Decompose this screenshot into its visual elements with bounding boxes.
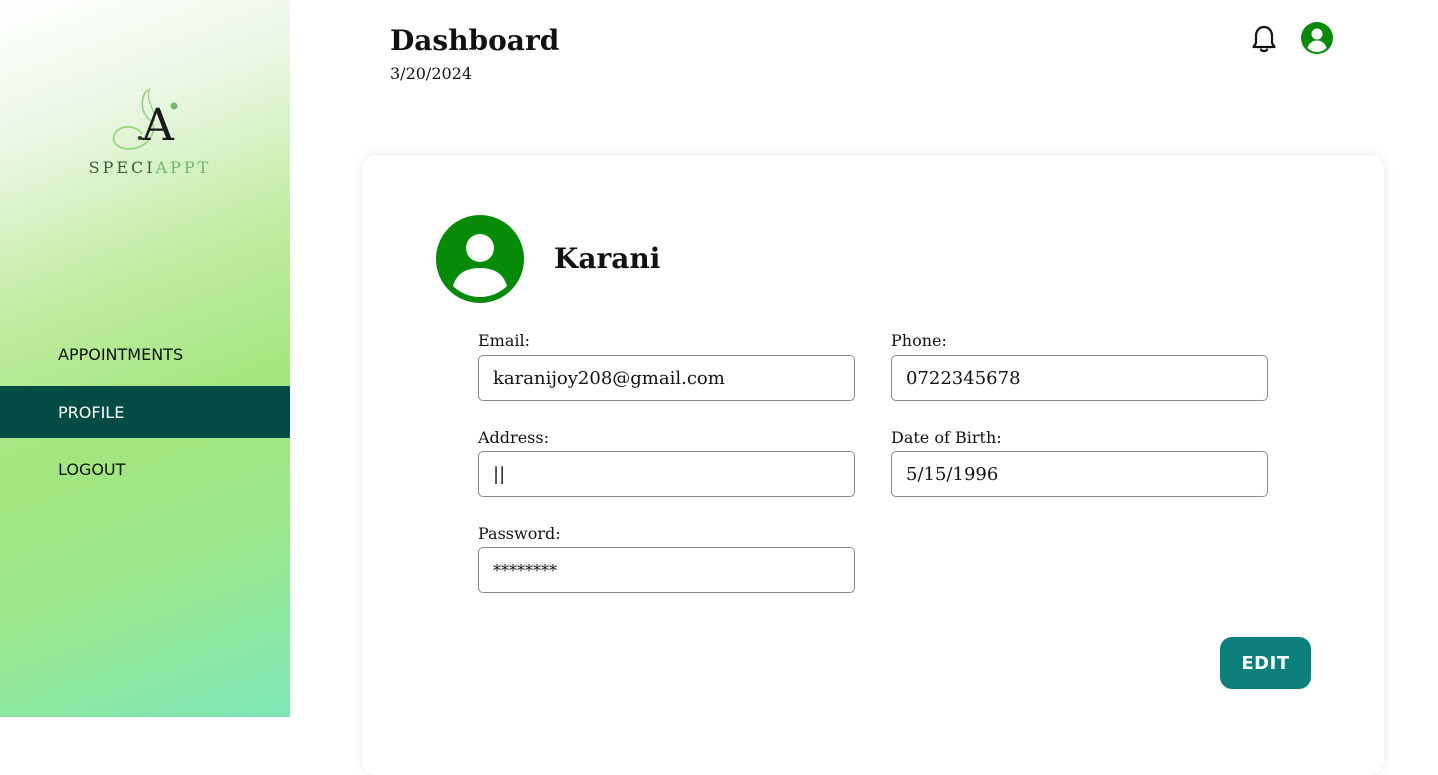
logo-text-dark: SPECI <box>88 158 156 177</box>
phone-field[interactable] <box>891 355 1268 401</box>
avatar <box>435 214 525 304</box>
bell-icon[interactable] <box>1250 24 1278 54</box>
user-avatar-icon <box>436 215 524 303</box>
address-field[interactable] <box>478 451 855 497</box>
sidebar-item-label: APPOINTMENTS <box>58 344 184 364</box>
page-title: Dashboard <box>390 24 560 57</box>
user-circle-icon[interactable] <box>1300 21 1334 55</box>
password-field[interactable] <box>478 547 855 593</box>
sidebar-item-appointments[interactable]: APPOINTMENTS <box>0 328 290 380</box>
phone-label: Phone: <box>891 331 947 350</box>
email-label: Email: <box>478 331 531 350</box>
sidebar-item-profile[interactable]: PROFILE <box>0 386 290 438</box>
sidebar: A SPECIAPPT APPOINTMENTS PROFILE LOGOUT <box>0 0 290 717</box>
date-of-birth-field[interactable] <box>891 451 1268 497</box>
password-label: Password: <box>478 524 561 543</box>
sidebar-item-label: PROFILE <box>58 402 125 422</box>
app-logo[interactable]: A SPECIAPPT <box>86 86 214 186</box>
email-field[interactable] <box>478 355 855 401</box>
logo-wordmark: SPECIAPPT <box>86 158 214 177</box>
logo-letter: A <box>142 100 174 151</box>
profile-name: Karani <box>554 242 661 275</box>
address-label: Address: <box>478 428 549 447</box>
edit-button[interactable]: EDIT <box>1220 637 1311 689</box>
sidebar-item-label: LOGOUT <box>58 459 126 479</box>
logo-text-accent: APPT <box>155 158 212 177</box>
current-date: 3/20/2024 <box>390 64 473 83</box>
dob-label: Date of Birth: <box>891 428 1002 447</box>
sidebar-item-logout[interactable]: LOGOUT <box>0 443 290 495</box>
